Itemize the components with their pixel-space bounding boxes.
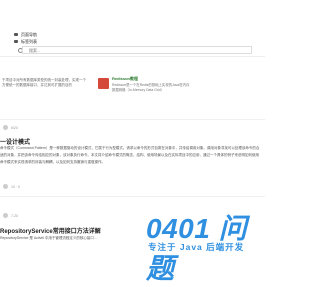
article-date: 7-20 xyxy=(11,213,19,218)
divider xyxy=(0,56,265,57)
eye-icon xyxy=(3,184,8,189)
top-navigation: 页面导航 标签列表 xyxy=(14,31,37,45)
article-stats-text: 10 · 0 xyxy=(11,184,20,189)
card-title[interactable]: Redisson教程 xyxy=(112,76,138,82)
site-logo-watermark: 0401 问题 专注于 Java 后端开发 xyxy=(146,207,264,284)
related-card-text[interactable]: 于项目中对所有数据库类型的统一封装处理，实现一个方便统一的数据库接口，并达到可扩… xyxy=(2,78,88,88)
article-excerpt: RepositoryService 是 Activiti 中用于管理流程定义的核… xyxy=(0,236,97,240)
nav-item-label: 标签列表 xyxy=(21,39,37,44)
avatar xyxy=(3,213,8,218)
divider xyxy=(0,119,265,120)
folder-icon xyxy=(14,40,18,43)
article-meta: 6/20 xyxy=(3,125,18,130)
nav-item-tags[interactable]: 标签列表 xyxy=(14,38,37,45)
search-input[interactable]: 搜索... xyxy=(22,46,252,54)
nav-item-pages[interactable]: 页面导航 xyxy=(14,31,37,38)
nav-item-label: 页面导航 xyxy=(21,32,37,37)
article-meta: 7-20 xyxy=(3,213,18,218)
article-excerpt: 命令模式（Command Pattern）是一种数据驱动的设计模式，它属于行为型… xyxy=(0,146,260,164)
article-date: 6/20 xyxy=(11,125,18,130)
redis-logo-icon xyxy=(98,78,109,89)
watermark-sub: 专注于 Java 后端开发 xyxy=(148,242,245,252)
article-stats: 10 · 0 xyxy=(3,184,20,189)
divider xyxy=(0,196,265,197)
folder-icon xyxy=(14,33,18,36)
article-title[interactable]: RepositoryService常用接口方法详解 xyxy=(0,226,101,235)
avatar xyxy=(3,125,8,130)
card-description: Redisson是一个在Redis的基础上实现的Java驻内存数据网格（In-M… xyxy=(112,83,190,92)
